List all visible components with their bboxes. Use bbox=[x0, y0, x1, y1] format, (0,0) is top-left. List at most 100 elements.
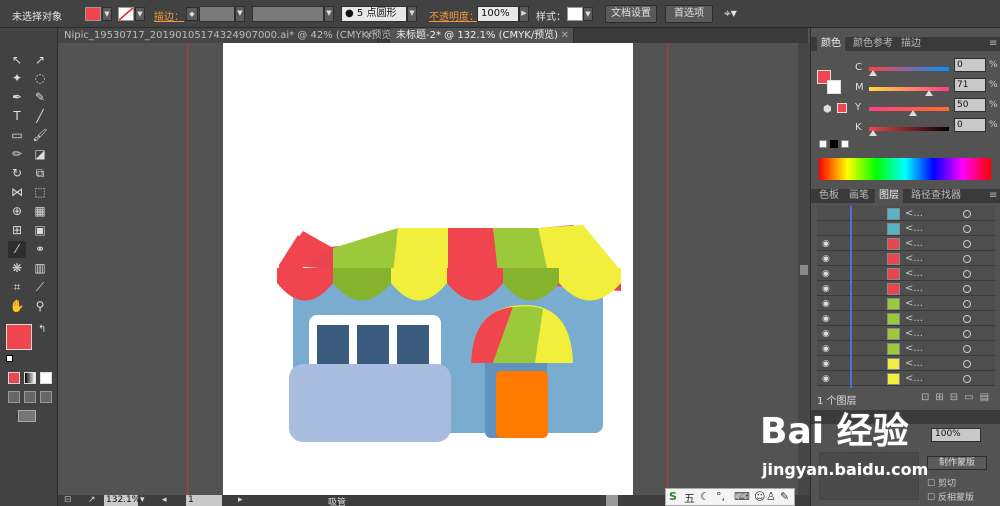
close-icon[interactable]: ✕ bbox=[561, 28, 569, 43]
visibility-eye-icon[interactable]: ◉ bbox=[822, 314, 830, 324]
rectangle-tool-icon[interactable]: ▭ bbox=[8, 127, 26, 144]
blend-tool-icon[interactable]: ⚭ bbox=[31, 241, 49, 258]
cube-icon[interactable]: ⬢ bbox=[823, 104, 832, 115]
channel-input[interactable]: 71 bbox=[954, 78, 986, 92]
style-swatch[interactable] bbox=[567, 7, 583, 21]
visibility-eye-icon[interactable]: ◉ bbox=[822, 344, 830, 354]
window-pane-3[interactable] bbox=[397, 325, 429, 365]
target-ring-icon[interactable] bbox=[963, 210, 971, 218]
visibility-eye-icon[interactable]: ◉ bbox=[822, 254, 830, 264]
slider-handle[interactable] bbox=[869, 130, 877, 136]
target-ring-icon[interactable] bbox=[963, 300, 971, 308]
layer-name[interactable]: <... bbox=[905, 313, 923, 324]
canvas-area[interactable] bbox=[58, 43, 798, 495]
magic-wand-icon[interactable]: ✦ bbox=[8, 70, 26, 87]
slider-handle[interactable] bbox=[925, 90, 933, 96]
layer-name[interactable]: <... bbox=[905, 283, 923, 294]
tab-nipic-document[interactable]: Nipic_19530717_20190105174324907000.ai* … bbox=[58, 28, 395, 43]
rotate-tool-icon[interactable]: ↻ bbox=[8, 165, 26, 182]
layer-row[interactable]: ◉ <... bbox=[817, 326, 995, 343]
arrange-icon[interactable]: ⌖▾ bbox=[724, 6, 737, 21]
layer-name[interactable]: <... bbox=[905, 238, 923, 249]
color-spectrum[interactable] bbox=[819, 158, 991, 180]
door[interactable] bbox=[496, 371, 548, 438]
layer-row[interactable]: ◉ <... bbox=[817, 371, 995, 388]
layer-row[interactable]: ◉ <... bbox=[817, 296, 995, 313]
black-color-icon[interactable] bbox=[830, 140, 838, 148]
target-ring-icon[interactable] bbox=[963, 270, 971, 278]
stroke-swatch[interactable] bbox=[118, 7, 134, 21]
slider-m[interactable]: M 71 % bbox=[851, 78, 1000, 98]
eyedropper-tool-icon[interactable]: ⁄ bbox=[8, 241, 26, 258]
slider-track[interactable] bbox=[869, 127, 949, 131]
slider-handle[interactable] bbox=[869, 70, 877, 76]
visibility-eye-icon[interactable]: ◉ bbox=[822, 359, 830, 369]
stroke-weight-stepper[interactable]: ◆ bbox=[186, 7, 198, 21]
next-artboard-icon[interactable]: ▸ bbox=[238, 495, 243, 505]
share-icon[interactable]: ↗ bbox=[88, 495, 96, 505]
tab-color[interactable]: 颜色 bbox=[817, 37, 845, 51]
direct-selection-tool-icon[interactable]: ↗ bbox=[31, 52, 49, 69]
document-setup-button[interactable]: 文档设置 bbox=[605, 5, 657, 23]
keyboard-icon[interactable]: ⌨ bbox=[734, 490, 750, 503]
hand-tool-icon[interactable]: ✋ bbox=[8, 298, 26, 315]
preferences-button[interactable]: 首选项 bbox=[665, 5, 713, 23]
stroke-label[interactable]: 描边： bbox=[154, 8, 184, 23]
panel-stroke-swatch[interactable] bbox=[827, 80, 841, 94]
scroll-thumb[interactable] bbox=[800, 265, 808, 275]
visibility-eye-icon[interactable]: ◉ bbox=[822, 374, 830, 384]
zoom-dropdown[interactable]: ▾ bbox=[140, 495, 145, 505]
pencil-icon[interactable]: ✏ bbox=[8, 146, 26, 163]
artboard[interactable] bbox=[223, 43, 633, 495]
layer-row[interactable]: ◉ <... bbox=[817, 251, 995, 268]
panel-menu-icon[interactable]: ≡ bbox=[985, 189, 1000, 203]
line-tool-icon[interactable]: ╱ bbox=[31, 108, 49, 125]
ime-mode[interactable]: 五 bbox=[684, 490, 695, 506]
visibility-eye-icon[interactable]: ◉ bbox=[822, 269, 830, 279]
layer-row[interactable]: ◉ <... bbox=[817, 236, 995, 253]
zoom-input[interactable]: 132.1% bbox=[104, 495, 140, 506]
layer-name[interactable]: <... bbox=[905, 328, 923, 339]
target-ring-icon[interactable] bbox=[963, 315, 971, 323]
gradient-mode-icon[interactable] bbox=[24, 372, 36, 384]
moon-icon[interactable]: ☾ bbox=[700, 490, 710, 503]
stroke-weight-input[interactable] bbox=[199, 6, 235, 22]
ime-toolbar[interactable]: S 五 ☾ °, ⌨ ☺ ♙ ✎ bbox=[665, 488, 795, 506]
layer-name[interactable]: <... bbox=[905, 298, 923, 309]
layer-row[interactable]: ◉ <... bbox=[817, 311, 995, 328]
window-pane-2[interactable] bbox=[357, 325, 389, 365]
layer-name[interactable]: <... bbox=[905, 208, 923, 219]
punctuation-icon[interactable]: °, bbox=[716, 490, 725, 503]
target-ring-icon[interactable] bbox=[963, 240, 971, 248]
visibility-eye-icon[interactable]: ◉ bbox=[822, 284, 830, 294]
none-mode-icon[interactable] bbox=[40, 372, 52, 384]
layer-row[interactable]: ◉ <... bbox=[817, 341, 995, 358]
column-graph-icon[interactable]: ▥ bbox=[31, 260, 49, 277]
visibility-eye-icon[interactable]: ◉ bbox=[822, 239, 830, 249]
eraser-icon[interactable]: ◪ bbox=[31, 146, 49, 163]
storefront-illustration[interactable] bbox=[223, 43, 633, 495]
style-dropdown[interactable]: ▼ bbox=[583, 7, 593, 21]
slider-track[interactable] bbox=[869, 67, 949, 71]
page-input[interactable]: 1 bbox=[186, 495, 222, 506]
profile-dropdown[interactable]: ▼ bbox=[324, 6, 334, 22]
window-pane-1[interactable] bbox=[317, 325, 349, 365]
gradient-tool-icon[interactable]: ▣ bbox=[31, 222, 49, 239]
layer-row[interactable]: <... bbox=[817, 221, 995, 238]
width-tool-icon[interactable]: ⋈ bbox=[8, 184, 26, 201]
in-gamut-swatch[interactable] bbox=[837, 103, 847, 113]
variable-width-profile[interactable] bbox=[252, 6, 324, 22]
layer-row[interactable]: ◉ <... bbox=[817, 356, 995, 373]
target-ring-icon[interactable] bbox=[963, 225, 971, 233]
channel-input[interactable]: 0 bbox=[954, 58, 986, 72]
target-ring-icon[interactable] bbox=[963, 345, 971, 353]
layer-name[interactable]: <... bbox=[905, 223, 923, 234]
target-ring-icon[interactable] bbox=[963, 285, 971, 293]
target-ring-icon[interactable] bbox=[963, 375, 971, 383]
slice-tool-icon[interactable]: ⟋ bbox=[31, 279, 49, 296]
slider-k[interactable]: K 0 % bbox=[851, 118, 1000, 138]
visibility-eye-icon[interactable]: ◉ bbox=[822, 329, 830, 339]
color-mode-icon[interactable] bbox=[8, 372, 20, 384]
tools-icon[interactable]: ✎ bbox=[780, 490, 789, 503]
layer-row[interactable]: ◉ <... bbox=[817, 266, 995, 283]
